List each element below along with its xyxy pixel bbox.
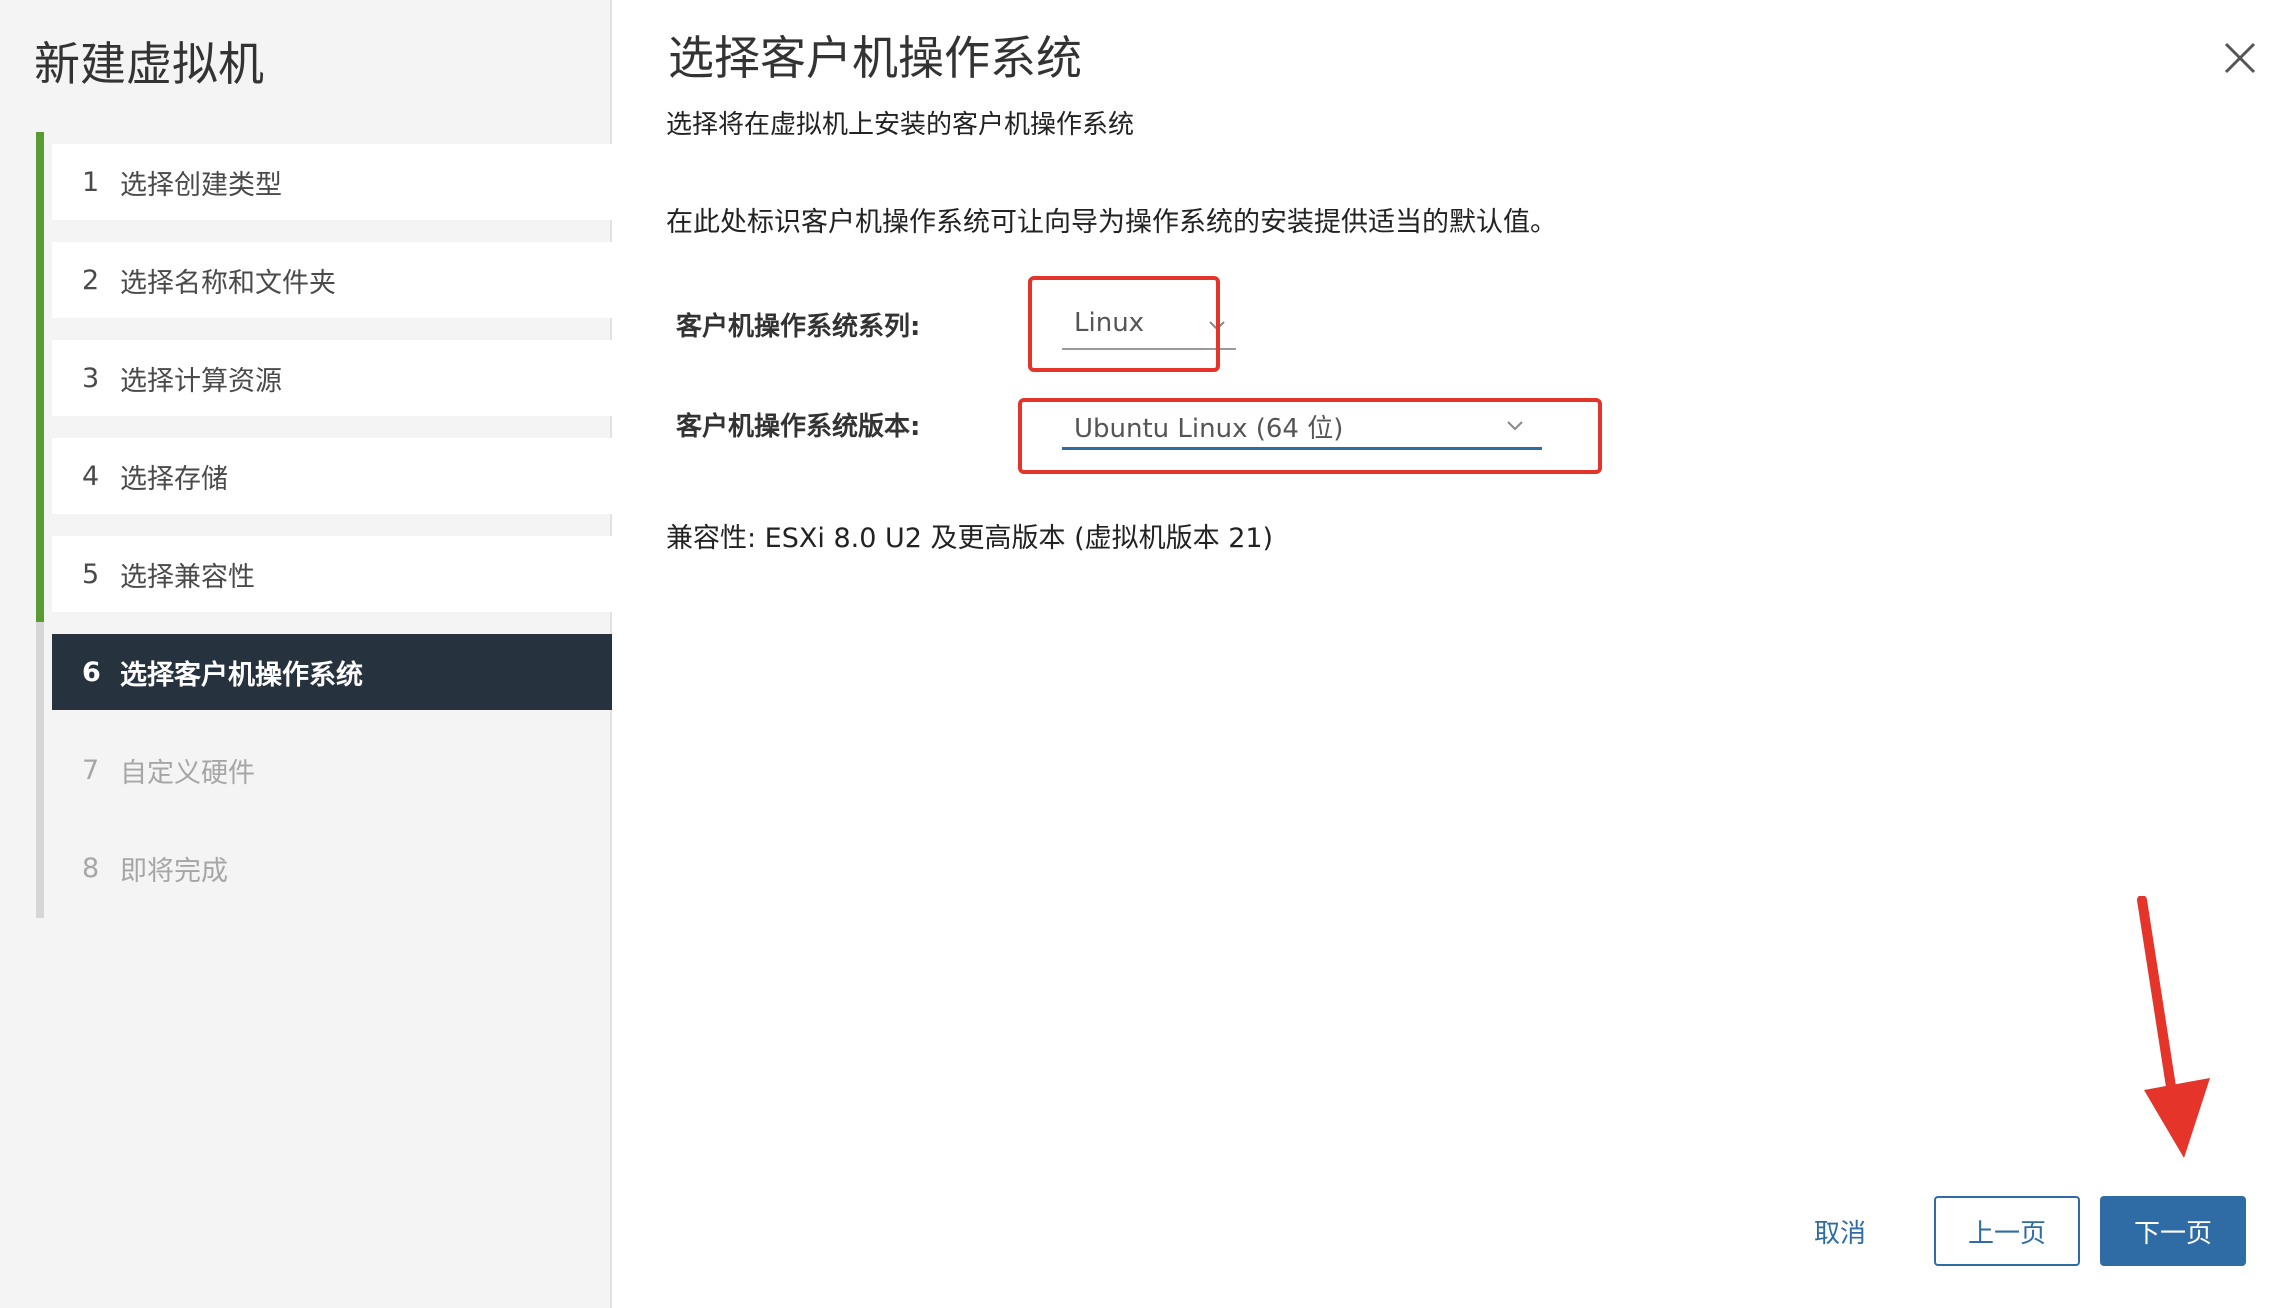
compatibility-text: 兼容性: ESXi 8.0 U2 及更高版本 (虚拟机版本 21) (666, 523, 1274, 554)
chevron-down-icon (1209, 321, 1225, 331)
step-select-name-folder[interactable]: 2 选择名称和文件夹 (52, 242, 612, 318)
page-description: 在此处标识客户机操作系统可让向导为操作系统的安装提供适当的默认值。 (666, 207, 1557, 238)
step-label: 即将完成 (120, 855, 228, 887)
os-version-select[interactable]: Ubuntu Linux (64 位) (1062, 408, 1542, 450)
step-label: 选择计算资源 (120, 365, 282, 397)
step-customize-hardware: 7 自定义硬件 (52, 732, 612, 808)
step-number: 2 (82, 264, 100, 296)
page-title: 选择客户机操作系统 (668, 31, 1082, 85)
step-number: 7 (82, 754, 100, 786)
step-label: 选择存储 (120, 463, 228, 495)
step-select-creation-type[interactable]: 1 选择创建类型 (52, 144, 612, 220)
steps-progress-rail (36, 132, 44, 918)
cancel-button[interactable]: 取消 (1780, 1196, 1900, 1266)
step-number: 5 (82, 558, 100, 590)
os-family-label: 客户机操作系统系列: (676, 312, 921, 342)
step-label: 选择兼容性 (120, 561, 255, 593)
steps-progress-done (36, 132, 44, 622)
wizard-title: 新建虚拟机 (34, 37, 264, 91)
step-label: 选择客户机操作系统 (120, 659, 363, 691)
os-version-label: 客户机操作系统版本: (676, 412, 921, 442)
step-label: 选择名称和文件夹 (120, 267, 336, 299)
os-family-select[interactable]: Linux (1062, 308, 1236, 350)
back-button[interactable]: 上一页 (1934, 1196, 2080, 1266)
step-label: 选择创建类型 (120, 169, 282, 201)
step-select-storage[interactable]: 4 选择存储 (52, 438, 612, 514)
red-arrow-annotation (2137, 896, 2210, 1158)
chevron-down-icon (1507, 421, 1523, 431)
wizard-sidebar: 新建虚拟机 1 选择创建类型 2 选择名称和文件夹 3 选择计算资源 4 选择存… (0, 0, 612, 1308)
step-number: 3 (82, 362, 100, 394)
step-number: 1 (82, 166, 100, 198)
step-number: 8 (82, 852, 100, 884)
step-number: 4 (82, 460, 100, 492)
step-select-guest-os[interactable]: 6 选择客户机操作系统 (52, 634, 612, 710)
step-select-compute-resource[interactable]: 3 选择计算资源 (52, 340, 612, 416)
step-label: 自定义硬件 (120, 757, 255, 789)
step-select-compatibility[interactable]: 5 选择兼容性 (52, 536, 612, 612)
next-button[interactable]: 下一页 (2100, 1196, 2246, 1266)
close-icon[interactable] (2222, 40, 2258, 76)
os-family-value: Linux (1074, 308, 1145, 338)
os-version-value: Ubuntu Linux (64 位) (1074, 414, 1344, 444)
step-ready-to-complete: 8 即将完成 (52, 830, 612, 906)
step-number: 6 (82, 656, 101, 688)
page-subtitle: 选择将在虚拟机上安装的客户机操作系统 (666, 110, 1135, 140)
